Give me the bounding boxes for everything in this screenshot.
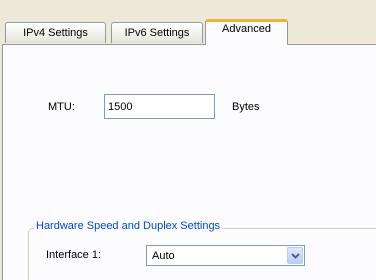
chevron-down-icon — [291, 253, 300, 259]
hardware-settings-group-title: Hardware Speed and Duplex Settings — [34, 220, 223, 232]
tab-advanced[interactable]: Advanced — [205, 19, 288, 45]
interface-speed-value: Auto — [152, 250, 175, 262]
dropdown-button[interactable] — [287, 247, 303, 264]
interface-speed-select[interactable]: Auto — [146, 245, 305, 266]
mtu-unit-label: Bytes — [232, 101, 260, 113]
mtu-label: MTU: — [48, 101, 75, 113]
tab-ipv6-settings[interactable]: IPv6 Settings — [111, 22, 203, 43]
interface-label: Interface 1: — [46, 249, 102, 261]
network-settings-dialog: IPv4 Settings IPv6 Settings Advanced MTU… — [0, 0, 376, 280]
mtu-input[interactable] — [104, 94, 215, 119]
tab-ipv4-settings[interactable]: IPv4 Settings — [5, 22, 106, 43]
